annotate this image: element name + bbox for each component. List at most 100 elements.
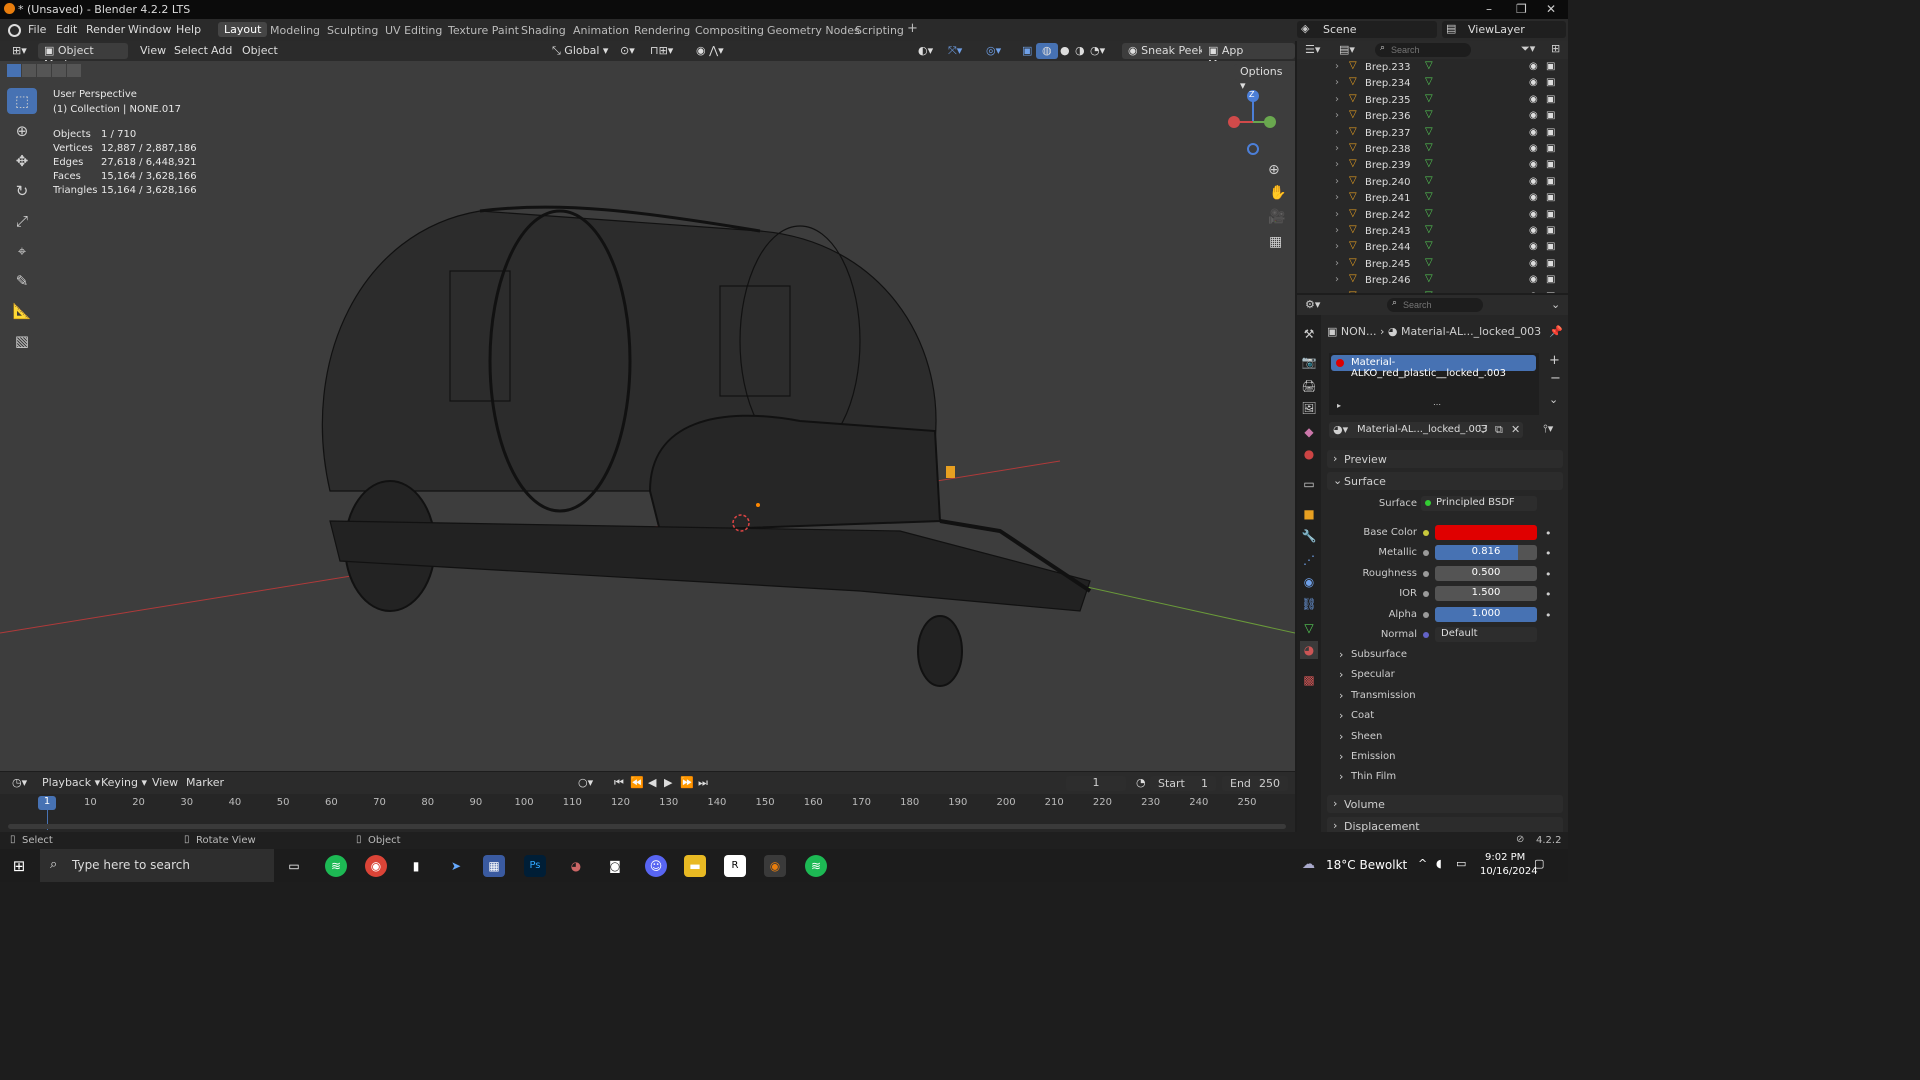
visibility-eye-icon[interactable]: ◉ — [1529, 274, 1538, 285]
gizmo-toggle-icon[interactable]: ⤧▾ — [942, 43, 968, 59]
editor-type-icon[interactable]: ⊞▾ — [6, 43, 33, 59]
subpanel-header[interactable]: › Subsurface — [1333, 647, 1563, 663]
subpanel-header[interactable]: › Emission — [1333, 749, 1563, 765]
render-camera-icon[interactable]: ▣ — [1546, 225, 1555, 236]
render-camera-icon[interactable]: ▣ — [1546, 176, 1555, 187]
mesh-data-icon[interactable]: ▽ — [1425, 158, 1433, 169]
select-intersect-icon[interactable] — [67, 64, 81, 77]
app-window-icon[interactable]: ▦ — [483, 855, 505, 877]
slot-menu-icon[interactable]: ⌄ — [1549, 393, 1558, 406]
properties-editor-icon[interactable]: ⚙▾ — [1305, 298, 1320, 311]
expand-arrow-icon[interactable]: › — [1335, 225, 1339, 236]
resize-grip-icon[interactable]: ⋯ — [1433, 400, 1441, 409]
render-camera-icon[interactable]: ▣ — [1546, 61, 1555, 72]
scene-selector[interactable]: ◈ Scene — [1297, 21, 1437, 38]
preview-panel-header[interactable]: › Preview — [1327, 450, 1563, 468]
transform-tool-icon[interactable]: ⌖ — [7, 238, 37, 264]
measure-tool-icon[interactable]: 📐 — [7, 298, 37, 324]
windows-start-icon[interactable]: ⊞ — [8, 855, 30, 877]
outliner-item[interactable]: › ▽ Brep.237 ▽ ◉ ▣ — [1297, 126, 1568, 142]
tab-sculpting[interactable]: Sculpting — [327, 24, 378, 37]
scene-tab-icon[interactable]: ◆ — [1300, 423, 1318, 441]
view-layer-tab-icon[interactable]: 🖼 — [1300, 399, 1318, 417]
base-color-socket-icon[interactable] — [1423, 530, 1429, 536]
outliner-item[interactable]: › ▽ Brep.233 ▽ ◉ ▣ — [1297, 60, 1568, 76]
overlay-toggle-icon[interactable]: ◎▾ — [980, 43, 1007, 59]
photoshop-icon[interactable]: Ps — [524, 855, 546, 877]
roughness-socket-icon[interactable] — [1423, 571, 1429, 577]
outliner-search-input[interactable] — [1375, 43, 1471, 57]
mesh-data-icon[interactable]: ▽ — [1425, 60, 1433, 71]
tab-shading[interactable]: Shading — [521, 24, 566, 37]
expand-arrow-icon[interactable]: › — [1335, 159, 1339, 170]
world-tab-icon[interactable]: ● — [1300, 445, 1318, 463]
subpanel-header[interactable]: › Coat — [1333, 708, 1563, 724]
menu-view[interactable]: View — [134, 43, 172, 59]
mesh-data-icon[interactable]: ▽ — [1425, 93, 1433, 104]
expand-arrow-icon[interactable]: › — [1335, 291, 1339, 293]
tool-tab-icon[interactable]: ⚒ — [1300, 325, 1318, 343]
duplicate-material-icon[interactable]: ⧉ — [1495, 423, 1503, 437]
keyframe-dot-icon[interactable]: • — [1545, 547, 1552, 560]
object-tab-icon[interactable]: ■ — [1300, 505, 1318, 523]
node-link-icon[interactable]: ⫯▾ — [1543, 422, 1553, 436]
visibility-eye-icon[interactable]: ◉ — [1529, 258, 1538, 269]
chrome-icon[interactable]: ◉ — [365, 855, 387, 877]
output-tab-icon[interactable]: 🖨 — [1300, 377, 1318, 395]
visibility-eye-icon[interactable]: ◉ — [1529, 209, 1538, 220]
visibility-eye-icon[interactable]: ◉ — [1529, 143, 1538, 154]
mesh-data-icon[interactable]: ▽ — [1425, 273, 1433, 284]
rotate-tool-icon[interactable]: ↻ — [7, 178, 37, 204]
render-camera-icon[interactable]: ▣ — [1546, 94, 1555, 105]
menu-help[interactable]: Help — [176, 23, 201, 36]
outliner-item[interactable]: › ▽ Brep.244 ▽ ◉ ▣ — [1297, 240, 1568, 256]
metallic-slider[interactable]: 0.816 — [1435, 545, 1537, 560]
zoom-icon[interactable]: ⊕ — [1268, 162, 1280, 178]
move-tool-icon[interactable]: ✥ — [7, 148, 37, 174]
material-name-field[interactable]: Material-AL..._locked_.003 — [1357, 424, 1488, 435]
constraints-tab-icon[interactable]: ⛓ — [1300, 595, 1318, 613]
expand-arrow-icon[interactable]: › — [1335, 110, 1339, 121]
snap-icon[interactable]: ⊓⊞▾ — [644, 43, 679, 59]
view-layer-selector[interactable]: ▤ ViewLayer — [1442, 21, 1566, 38]
visibility-eye-icon[interactable]: ◉ — [1529, 176, 1538, 187]
mesh-data-icon[interactable]: ▽ — [1425, 109, 1433, 120]
roughness-slider[interactable]: 0.500 — [1435, 566, 1537, 581]
marker-menu[interactable]: Marker — [180, 775, 230, 791]
select-extend-icon[interactable] — [22, 64, 36, 77]
render-camera-icon[interactable]: ▣ — [1546, 143, 1555, 154]
visibility-eye-icon[interactable]: ◉ — [1529, 77, 1538, 88]
modifier-tab-icon[interactable]: 🔧 — [1300, 527, 1318, 545]
task-view-icon[interactable]: ▭ — [283, 855, 305, 877]
render-camera-icon[interactable]: ▣ — [1546, 110, 1555, 121]
subpanel-header[interactable]: › Specular — [1333, 667, 1563, 683]
rhino-icon[interactable]: R — [724, 855, 746, 877]
app-arrow-icon[interactable]: ➤ — [445, 855, 467, 877]
subpanel-header[interactable]: › Sheen — [1333, 729, 1563, 745]
frame-ruler[interactable]: 10 20 30 40 50 60 70 80 90 100 110 120 130 140 150 160 1… — [0, 796, 1295, 812]
select-invert-icon[interactable] — [52, 64, 66, 77]
ior-socket-icon[interactable] — [1423, 591, 1429, 597]
render-camera-icon[interactable]: ▣ — [1546, 209, 1555, 220]
display-mode-icon[interactable]: ▤▾ — [1339, 43, 1355, 56]
visibility-eye-icon[interactable]: ◉ — [1529, 192, 1538, 203]
keyframe-dot-icon[interactable]: • — [1545, 568, 1552, 581]
pan-hand-icon[interactable]: ✋ — [1269, 185, 1286, 201]
expand-arrow-icon[interactable]: › — [1335, 209, 1339, 220]
outliner-item[interactable]: › ▽ Brep.234 ▽ ◉ ▣ — [1297, 76, 1568, 92]
tab-modeling[interactable]: Modeling — [270, 24, 320, 37]
app-mascot-icon[interactable]: ◕ — [565, 855, 587, 877]
shading-rendered-icon[interactable]: ◔▾ — [1084, 43, 1111, 59]
app-pin-icon[interactable]: ▮ — [405, 855, 427, 877]
network-icon[interactable]: ▭ — [1456, 857, 1466, 870]
visibility-eye-icon[interactable]: ◉ — [1529, 241, 1538, 252]
particles-tab-icon[interactable]: ⋰ — [1300, 551, 1318, 569]
outliner-item[interactable]: › ▽ Brep.246 ▽ ◉ ▣ — [1297, 273, 1568, 289]
base-color-swatch[interactable] — [1435, 525, 1537, 540]
surface-panel-header[interactable]: ⌄ Surface — [1327, 472, 1563, 490]
render-camera-icon[interactable]: ▣ — [1546, 159, 1555, 170]
outliner-item[interactable]: › ▽ Brep.242 ▽ ◉ ▣ — [1297, 208, 1568, 224]
file-explorer-icon[interactable]: ▬ — [684, 855, 706, 877]
tab-geometry-nodes[interactable]: Geometry Nodes — [767, 24, 860, 37]
taskbar-time[interactable]: 9:02 PM — [1485, 852, 1525, 863]
